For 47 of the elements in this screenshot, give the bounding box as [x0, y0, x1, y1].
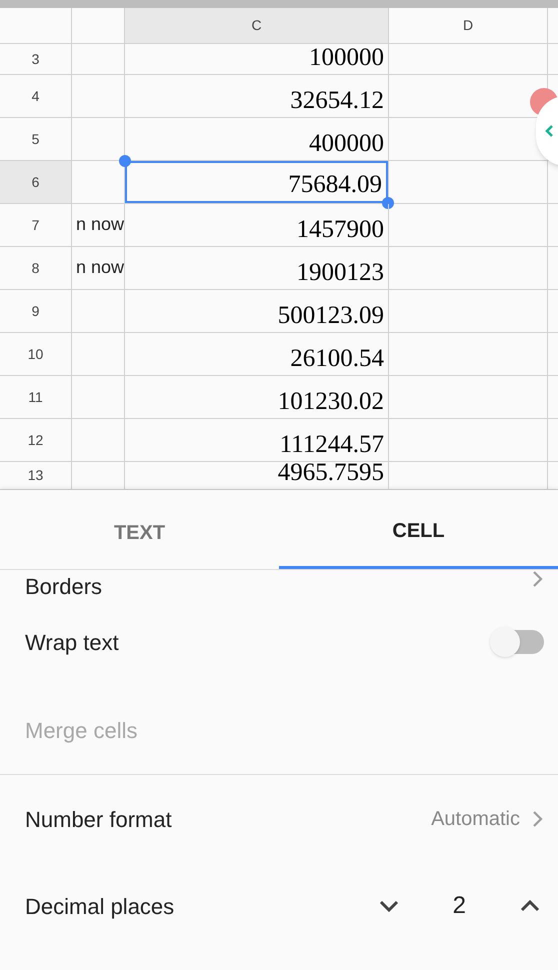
setting-row[interactable]: Wrap text [0, 598, 558, 686]
toggle-switch[interactable] [492, 630, 544, 654]
row-header[interactable]: 13 [0, 462, 72, 489]
setting-label: Number format [25, 806, 172, 834]
table-cell[interactable]: 1457900 [125, 204, 388, 246]
row-header[interactable]: 4 [0, 75, 72, 117]
row-header[interactable]: 9 [0, 290, 72, 332]
table-cell-text: n now [76, 256, 124, 279]
table-cell[interactable]: 26100.54 [125, 333, 388, 375]
table-cell-text: n now [76, 213, 124, 236]
tab[interactable]: CELL [279, 490, 558, 569]
column-header[interactable]: D [462, 15, 474, 36]
setting-label: Wrap text [25, 628, 119, 657]
row-header[interactable]: 12 [0, 419, 72, 461]
table-cell[interactable]: 400000 [125, 118, 388, 160]
selection-handle[interactable] [382, 197, 394, 209]
setting-row[interactable]: Borders [0, 570, 558, 598]
table-cell[interactable]: 100000 [125, 44, 388, 74]
table-cell[interactable]: 4965.7595 [125, 462, 388, 489]
table-cell[interactable]: 111244.57 [125, 419, 388, 461]
table-cell[interactable]: 75684.09 [125, 161, 388, 203]
setting-label: Borders [25, 573, 102, 601]
row-header[interactable]: 3 [0, 44, 72, 74]
row-header[interactable]: 6 [0, 161, 72, 203]
setting-row[interactable]: Number format Automatic [0, 775, 558, 863]
row-header[interactable]: 8 [0, 247, 72, 289]
row-header[interactable]: 5 [0, 118, 72, 160]
row-header[interactable]: 11 [0, 376, 72, 418]
tab[interactable]: TEXT [0, 490, 279, 569]
row-header[interactable]: 10 [0, 333, 72, 375]
chevron-right-icon [532, 570, 544, 588]
chevron-left-icon [544, 124, 554, 138]
row-header[interactable]: 7 [0, 204, 72, 246]
setting-value: 2 [452, 891, 466, 921]
setting-value: Automatic [431, 807, 520, 832]
setting-row[interactable]: Decimal places 2 [0, 863, 558, 949]
setting-label: Decimal places [25, 892, 174, 921]
chevron-up-icon [520, 900, 540, 912]
chevron-right-icon [532, 810, 544, 828]
table-cell[interactable]: 101230.02 [125, 376, 388, 418]
table-cell[interactable]: 32654.12 [125, 75, 388, 117]
setting-label: Merge cells [25, 716, 138, 745]
chevron-down-icon [378, 900, 399, 912]
selection-handle[interactable] [119, 155, 131, 167]
table-cell[interactable]: 1900123 [125, 247, 388, 289]
column-header[interactable]: C [251, 15, 262, 36]
table-cell[interactable]: 500123.09 [125, 290, 388, 332]
